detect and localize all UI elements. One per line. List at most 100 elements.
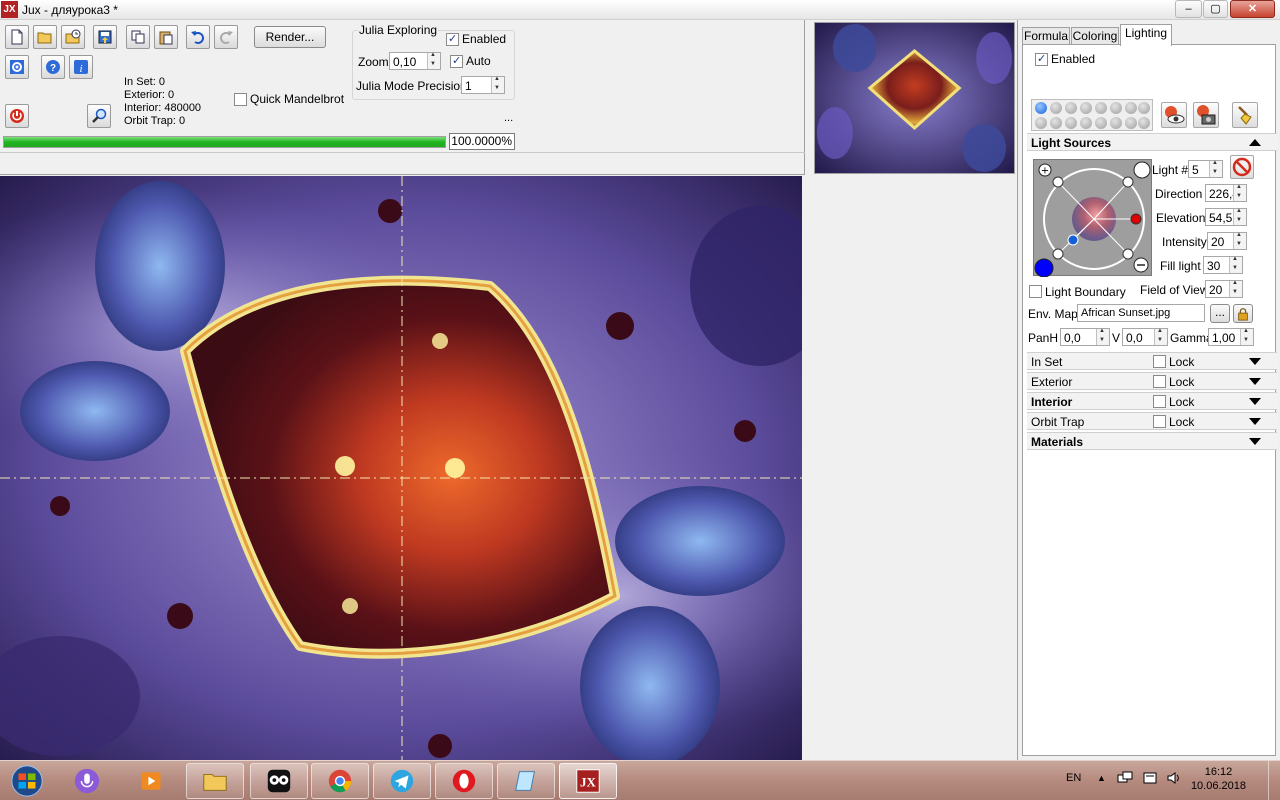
zoom-spinner[interactable]: 0,10 bbox=[389, 52, 441, 70]
preset-swatch[interactable] bbox=[1080, 102, 1092, 114]
maximize-button[interactable]: ▢ bbox=[1203, 0, 1228, 18]
section-interior[interactable]: Interior Lock bbox=[1027, 392, 1277, 410]
lighting-enabled-checkbox[interactable] bbox=[1035, 52, 1048, 66]
precision-spin-arrows[interactable] bbox=[491, 76, 504, 93]
preview-light-button[interactable] bbox=[1161, 102, 1187, 128]
preset-swatch[interactable] bbox=[1138, 102, 1150, 114]
expand-arrow-icon[interactable] bbox=[1249, 418, 1261, 425]
section-orbit-trap[interactable]: Orbit Trap Lock bbox=[1027, 412, 1277, 430]
intensity-spinner[interactable]: 20 bbox=[1207, 232, 1247, 250]
clear-lights-button[interactable] bbox=[1232, 102, 1258, 128]
section-exterior[interactable]: Exterior Lock bbox=[1027, 372, 1277, 390]
input-language-indicator[interactable]: EN bbox=[1066, 772, 1081, 784]
intensity-arrows[interactable] bbox=[1233, 232, 1246, 249]
panda-app-taskbar-button[interactable] bbox=[250, 763, 308, 799]
file-explorer-taskbar-button[interactable] bbox=[186, 763, 244, 799]
zoom-spin-arrows[interactable] bbox=[427, 52, 440, 69]
fov-spinner[interactable]: 20 bbox=[1205, 280, 1243, 298]
section-in-set[interactable]: In Set Lock bbox=[1027, 352, 1277, 370]
start-button[interactable] bbox=[2, 763, 52, 799]
light-preset-swatches[interactable] bbox=[1031, 99, 1153, 131]
save-file-button[interactable] bbox=[93, 25, 117, 49]
preset-swatch[interactable] bbox=[1035, 117, 1047, 129]
system-clock[interactable]: 16:12 10.06.2018 bbox=[1191, 765, 1246, 793]
preset-swatch[interactable] bbox=[1050, 117, 1062, 129]
expand-arrow-icon[interactable] bbox=[1249, 378, 1261, 385]
lock-checkbox[interactable] bbox=[1153, 375, 1166, 388]
zoom-button[interactable] bbox=[87, 104, 111, 128]
paste-button[interactable] bbox=[154, 25, 178, 49]
preset-swatch[interactable] bbox=[1065, 117, 1077, 129]
direction-arrows[interactable] bbox=[1233, 184, 1246, 201]
show-hidden-icons-button[interactable]: ▲ bbox=[1097, 773, 1106, 783]
julia-more-ellipsis[interactable]: ... bbox=[504, 112, 513, 124]
network-tray-icon[interactable] bbox=[1117, 770, 1133, 789]
copy-button[interactable] bbox=[126, 25, 150, 49]
preset-swatch[interactable] bbox=[1035, 102, 1047, 114]
open-recent-button[interactable] bbox=[61, 25, 85, 49]
tab-formula[interactable]: Formula bbox=[1022, 27, 1070, 45]
elevation-spinner[interactable]: 54,5 bbox=[1205, 208, 1247, 226]
minimize-button[interactable]: – bbox=[1175, 0, 1202, 18]
v-spinner[interactable]: 0,0 bbox=[1122, 328, 1168, 346]
gamma-spinner[interactable]: 1,00 bbox=[1208, 328, 1254, 346]
light-boundary-checkbox[interactable] bbox=[1029, 285, 1042, 298]
section-materials[interactable]: Materials bbox=[1027, 432, 1277, 450]
auto-checkbox[interactable] bbox=[450, 54, 463, 68]
expand-arrow-icon[interactable] bbox=[1249, 358, 1261, 365]
env-map-lock-button[interactable] bbox=[1233, 304, 1253, 323]
direction-spinner[interactable]: 226,4 bbox=[1205, 184, 1247, 202]
light-num-arrows[interactable] bbox=[1209, 160, 1222, 177]
open-file-button[interactable] bbox=[33, 25, 57, 49]
info-button[interactable]: i bbox=[69, 55, 93, 79]
media-player-taskbar-button[interactable] bbox=[122, 763, 180, 799]
quick-mandelbrot-checkbox[interactable] bbox=[234, 93, 247, 106]
voice-assistant-taskbar-button[interactable] bbox=[58, 763, 116, 799]
preset-swatch[interactable] bbox=[1065, 102, 1077, 114]
preset-swatch[interactable] bbox=[1095, 102, 1107, 114]
camera-light-button[interactable] bbox=[1193, 102, 1219, 128]
undo-button[interactable] bbox=[186, 25, 210, 49]
volume-tray-icon[interactable] bbox=[1166, 770, 1182, 789]
telegram-taskbar-button[interactable] bbox=[373, 763, 431, 799]
notepad-app-taskbar-button[interactable] bbox=[497, 763, 555, 799]
close-window-button[interactable]: ✕ bbox=[1230, 0, 1275, 18]
julia-enabled-checkbox[interactable] bbox=[446, 32, 459, 46]
settings-button[interactable] bbox=[5, 55, 29, 79]
chrome-taskbar-button[interactable] bbox=[311, 763, 369, 799]
v-arrows[interactable] bbox=[1154, 328, 1167, 345]
fill-light-arrows[interactable] bbox=[1229, 256, 1242, 273]
light-direction-sphere[interactable]: + bbox=[1033, 159, 1152, 278]
env-map-browse-button[interactable]: ... bbox=[1210, 304, 1230, 323]
gamma-arrows[interactable] bbox=[1240, 328, 1253, 345]
panh-spinner[interactable]: 0,0 bbox=[1060, 328, 1110, 346]
fill-light-spinner[interactable]: 30 bbox=[1203, 256, 1243, 274]
tab-lighting[interactable]: Lighting bbox=[1120, 24, 1172, 46]
preset-swatch[interactable] bbox=[1080, 117, 1092, 129]
redo-button[interactable] bbox=[214, 25, 238, 49]
precision-spinner[interactable]: 1 bbox=[461, 76, 505, 94]
jux-taskbar-button[interactable]: JX bbox=[559, 763, 617, 799]
show-desktop-button[interactable] bbox=[1268, 761, 1280, 800]
action-center-tray-icon[interactable] bbox=[1142, 770, 1158, 789]
elevation-arrows[interactable] bbox=[1233, 208, 1246, 225]
fractal-thumbnail[interactable] bbox=[814, 22, 1015, 174]
preset-swatch[interactable] bbox=[1110, 102, 1122, 114]
preset-swatch[interactable] bbox=[1110, 117, 1122, 129]
preset-swatch[interactable] bbox=[1125, 117, 1137, 129]
delete-light-button[interactable] bbox=[1230, 155, 1254, 179]
stop-button[interactable] bbox=[5, 104, 29, 128]
preset-swatch[interactable] bbox=[1095, 117, 1107, 129]
preset-swatch[interactable] bbox=[1138, 117, 1150, 129]
expand-arrow-icon[interactable] bbox=[1249, 398, 1261, 405]
tab-coloring[interactable]: Coloring bbox=[1071, 27, 1119, 45]
env-map-field[interactable]: African Sunset.jpg bbox=[1077, 304, 1205, 322]
render-button[interactable]: Render... bbox=[254, 26, 326, 48]
fractal-canvas[interactable] bbox=[0, 176, 802, 762]
panh-arrows[interactable] bbox=[1096, 328, 1109, 345]
lock-checkbox[interactable] bbox=[1153, 415, 1166, 428]
fov-arrows[interactable] bbox=[1229, 280, 1242, 297]
opera-taskbar-button[interactable] bbox=[435, 763, 493, 799]
preset-swatch[interactable] bbox=[1125, 102, 1137, 114]
help-button[interactable]: ? bbox=[41, 55, 65, 79]
